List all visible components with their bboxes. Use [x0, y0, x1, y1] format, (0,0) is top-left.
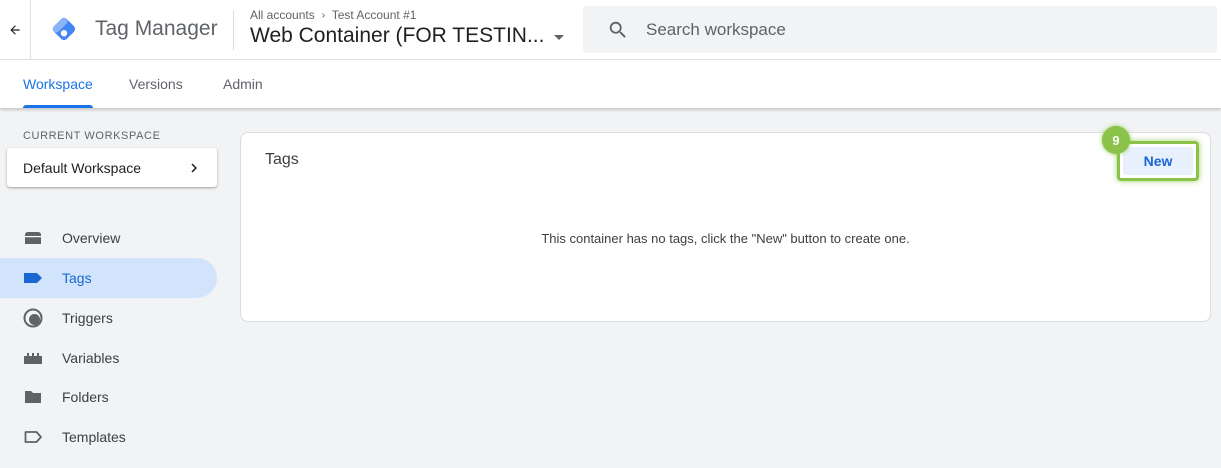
sidebar-item-templates[interactable]: Templates [0, 417, 217, 457]
sidebar-item-label: Templates [62, 429, 126, 445]
folder-icon [25, 391, 41, 403]
sidebar-item-triggers[interactable]: Triggers [0, 298, 217, 338]
current-workspace-label: CURRENT WORKSPACE [23, 130, 161, 142]
nav-tabs: Workspace Versions Admin [0, 60, 1221, 108]
card-title: Tags [265, 151, 299, 168]
search-icon [609, 21, 626, 38]
search-input[interactable] [646, 19, 1206, 40]
header-divider [233, 10, 234, 50]
sidebar-item-label: Tags [62, 270, 92, 286]
sidebar-item-label: Triggers [62, 310, 113, 326]
sidebar-item-label: Overview [62, 230, 121, 246]
app-name: Tag Manager [95, 17, 218, 40]
variables-icon [24, 353, 42, 364]
chevron-right-icon [321, 12, 325, 18]
tags-card: Tags 9 New This container has no tags, c… [240, 126, 1211, 322]
container-name: Web Container (FOR TESTIN... [250, 24, 545, 47]
dropdown-arrow-icon [554, 34, 565, 40]
new-tag-button[interactable]: New [1117, 141, 1199, 181]
breadcrumb-account[interactable]: Test Account #1 [332, 8, 417, 22]
tab-label: Workspace [23, 76, 93, 92]
step-badge: 9 [1102, 126, 1130, 154]
sidebar-item-variables[interactable]: Variables [0, 338, 217, 378]
breadcrumb-all-accounts[interactable]: All accounts [250, 8, 315, 22]
tag-manager-logo-icon [52, 17, 76, 41]
search-bar[interactable] [583, 6, 1217, 53]
sidebar-item-overview[interactable]: Overview [0, 218, 217, 258]
sidebar-item-label: Folders [62, 389, 109, 405]
tab-versions[interactable]: Versions [129, 60, 183, 108]
new-button-label: New [1123, 147, 1193, 175]
template-icon [24, 431, 42, 443]
empty-state-message: This container has no tags, click the "N… [541, 231, 910, 246]
workspace-selector[interactable]: Default Workspace [7, 148, 217, 187]
chevron-right-icon [191, 163, 197, 172]
back-button[interactable] [0, 0, 31, 59]
tab-label: Versions [129, 76, 183, 92]
container-selector[interactable]: Web Container (FOR TESTIN... [250, 24, 565, 48]
workspace-name: Default Workspace [23, 159, 142, 176]
tag-icon [24, 273, 42, 283]
arrow-back-icon [10, 24, 20, 35]
overview-icon [25, 232, 41, 244]
sidebar-item-folders[interactable]: Folders [0, 377, 217, 417]
sidebar-item-label: Variables [62, 350, 120, 366]
tab-label: Admin [223, 76, 263, 92]
tab-workspace[interactable]: Workspace [23, 60, 93, 108]
breadcrumb: All accounts Test Account #1 [250, 8, 416, 22]
sidebar-item-tags[interactable]: Tags [0, 258, 217, 298]
top-app-bar: Tag Manager All accounts Test Account #1… [0, 0, 1221, 60]
trigger-icon [23, 308, 43, 328]
active-tab-indicator [23, 105, 93, 108]
tab-admin[interactable]: Admin [223, 60, 263, 108]
